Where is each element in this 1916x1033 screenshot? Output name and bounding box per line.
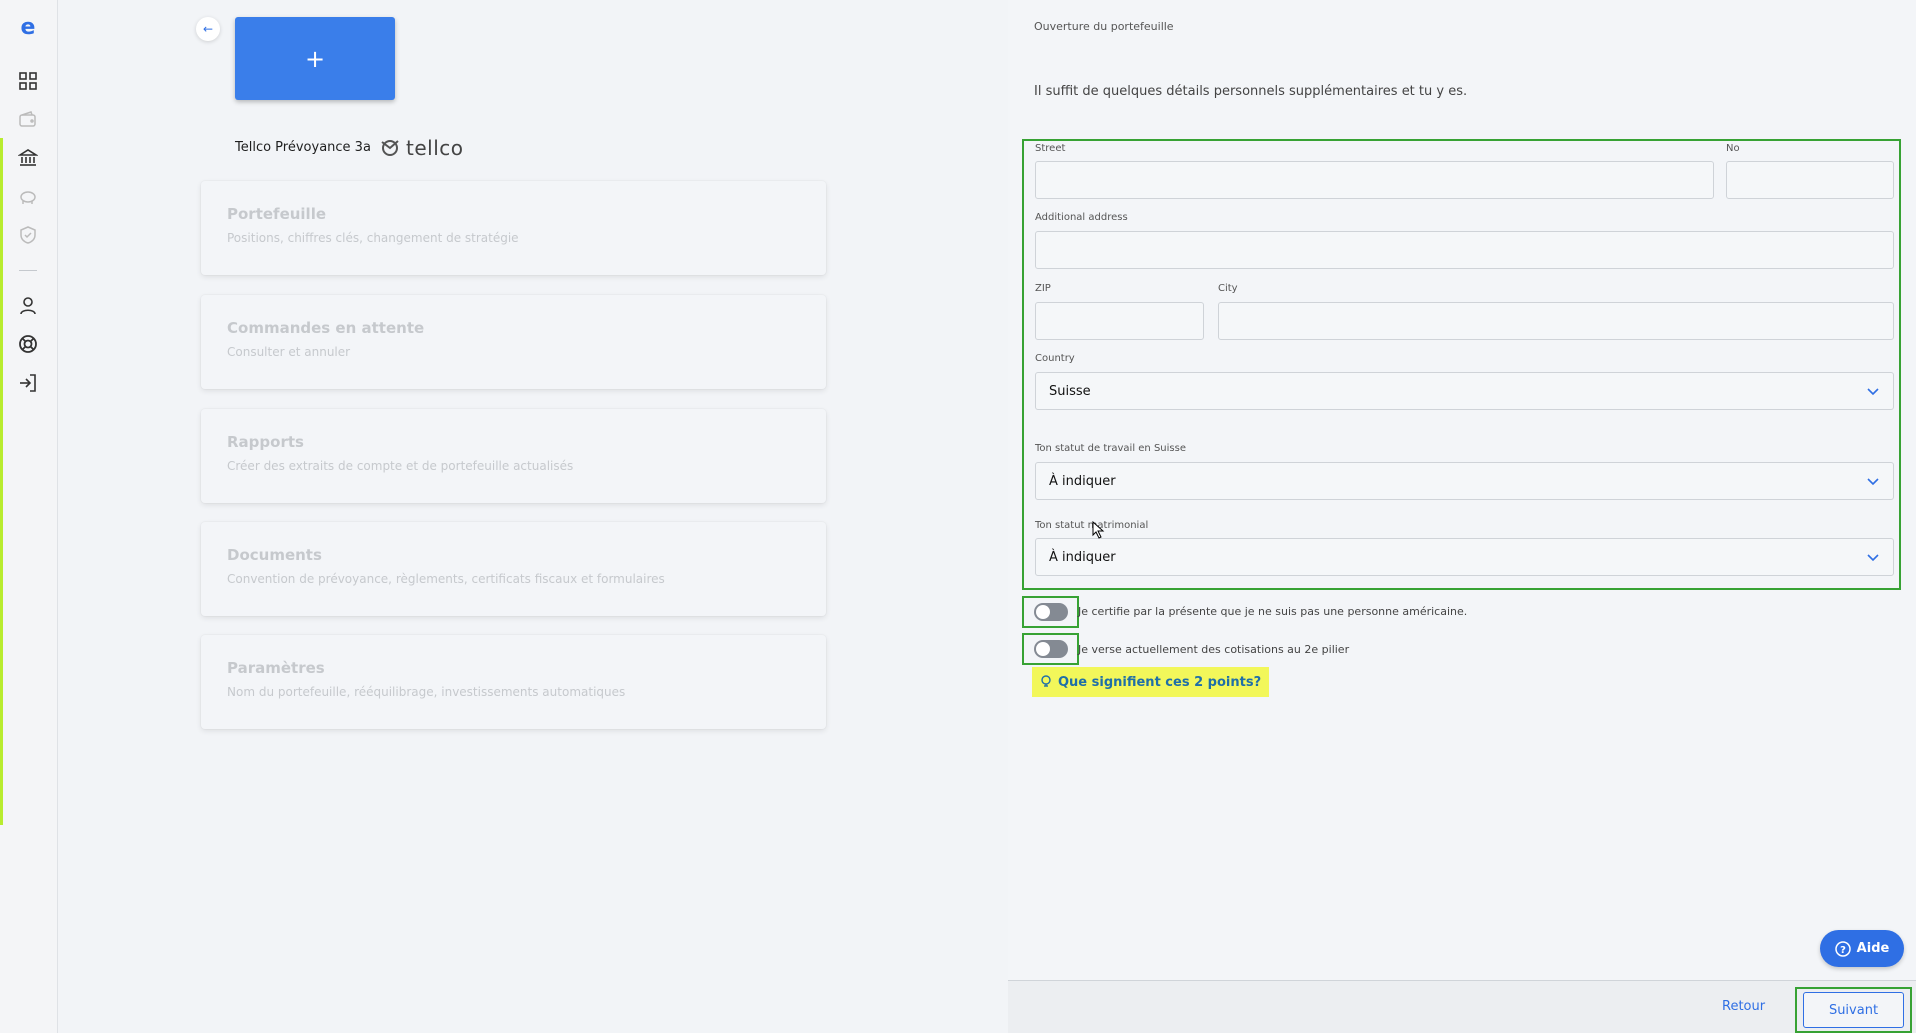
menu-card-subtitle: Nom du portefeuille, rééquilibrage, inve…: [227, 685, 626, 699]
work-status-select[interactable]: À indiquer: [1035, 462, 1894, 500]
piggy-bank-icon[interactable]: [17, 186, 39, 208]
portfolio-opening-panel: Ouverture du portefeuille Il suffit de q…: [1008, 0, 1916, 1033]
menu-card-rapports[interactable]: Rapports Créer des extraits de compte et…: [201, 409, 826, 503]
tellco-logo-text: tellco: [406, 136, 464, 160]
sidebar-accent-bar: [0, 138, 3, 825]
country-value: Suisse: [1049, 383, 1091, 399]
logout-icon[interactable]: [17, 372, 39, 394]
street-number-input[interactable]: [1726, 161, 1894, 199]
toggle-switch[interactable]: [1033, 640, 1068, 658]
svg-text:?: ?: [1840, 945, 1846, 956]
tellco-logo: tellco: [378, 136, 464, 160]
help-button[interactable]: ? Aide: [1820, 930, 1904, 967]
menu-card-title: Documents: [227, 546, 322, 564]
city-label: City: [1218, 283, 1238, 294]
back-button[interactable]: ←: [196, 17, 220, 41]
arrow-left-icon: ←: [202, 22, 214, 36]
country-label: Country: [1035, 353, 1075, 364]
menu-card-title: Rapports: [227, 433, 304, 451]
form-footer: Retour Suivant: [1008, 980, 1916, 1033]
tellco-mark-icon: [381, 140, 399, 156]
marital-status-select[interactable]: À indiquer: [1035, 538, 1894, 576]
menu-card-documents[interactable]: Documents Convention de prévoyance, règl…: [201, 522, 826, 616]
menu-card-subtitle: Créer des extraits de compte et de porte…: [227, 459, 574, 473]
second-pillar-toggle[interactable]: [1022, 633, 1079, 665]
help-label: Aide: [1856, 941, 1890, 956]
chevron-down-icon: [1867, 478, 1879, 486]
menu-card-subtitle: Convention de prévoyance, règlements, ce…: [227, 572, 665, 586]
address-form: Street No Additional address ZIP City Co…: [1022, 139, 1901, 590]
zip-input[interactable]: [1035, 302, 1204, 340]
street-input[interactable]: [1035, 161, 1714, 199]
menu-card-portefeuille[interactable]: Portefeuille Positions, chiffres clés, c…: [201, 181, 826, 275]
menu-card-subtitle: Positions, chiffres clés, changement de …: [227, 231, 519, 245]
menu-card-title: Commandes en attente: [227, 319, 425, 337]
dashboard-icon[interactable]: [17, 70, 39, 92]
add-portfolio-tile[interactable]: +: [235, 17, 395, 100]
us-person-toggle[interactable]: [1022, 596, 1079, 628]
portfolio-overview-panel: ← + Tellco Prévoyance 3a tellco Portefeu…: [58, 0, 1008, 1033]
chevron-down-icon: [1867, 554, 1879, 562]
lightbulb-icon: [1041, 675, 1051, 687]
hint-text: Que signifient ces 2 points?: [1058, 674, 1262, 690]
mouse-cursor-icon: [1092, 521, 1105, 539]
no-label: No: [1726, 143, 1740, 154]
app-logo[interactable]: e: [16, 16, 40, 40]
us-person-label: Je certifie par la présente que je ne su…: [1078, 605, 1468, 618]
additional-address-input[interactable]: [1035, 231, 1894, 269]
street-label: Street: [1035, 143, 1066, 154]
menu-card-commandes[interactable]: Commandes en attente Consulter et annule…: [201, 295, 826, 389]
panel-intro: Il suffit de quelques détails personnels…: [1034, 84, 1468, 99]
menu-card-parametres[interactable]: Paramètres Nom du portefeuille, rééquili…: [201, 635, 826, 729]
second-pillar-label: Je verse actuellement des cotisations au…: [1078, 643, 1350, 656]
wallet-icon[interactable]: [17, 109, 39, 131]
menu-card-subtitle: Consulter et annuler: [227, 345, 351, 359]
marital-status-value: À indiquer: [1049, 549, 1116, 565]
info-hint-link[interactable]: Que signifient ces 2 points?: [1032, 667, 1270, 697]
retour-button[interactable]: Retour: [1722, 999, 1765, 1014]
toggle-switch[interactable]: [1033, 603, 1068, 621]
lifebuoy-icon[interactable]: [17, 333, 39, 355]
suivant-highlight: Suivant: [1795, 987, 1912, 1033]
additional-address-label: Additional address: [1035, 212, 1128, 223]
city-input[interactable]: [1218, 302, 1894, 340]
help-circle-icon: ?: [1834, 940, 1851, 957]
suivant-button[interactable]: Suivant: [1803, 992, 1904, 1028]
bank-icon[interactable]: [17, 147, 39, 169]
menu-card-title: Portefeuille: [227, 205, 327, 223]
work-status-value: À indiquer: [1049, 473, 1116, 489]
panel-header: Ouverture du portefeuille: [1034, 20, 1174, 33]
sidebar: e: [0, 0, 58, 1033]
work-status-label: Ton statut de travail en Suisse: [1035, 443, 1186, 454]
zip-label: ZIP: [1035, 283, 1051, 294]
chevron-down-icon: [1867, 388, 1879, 396]
product-title: Tellco Prévoyance 3a: [235, 140, 371, 155]
sidebar-divider: [19, 270, 37, 271]
user-icon[interactable]: [17, 295, 39, 317]
menu-card-title: Paramètres: [227, 659, 325, 677]
shield-icon[interactable]: [17, 224, 39, 246]
country-select[interactable]: Suisse: [1035, 372, 1894, 410]
